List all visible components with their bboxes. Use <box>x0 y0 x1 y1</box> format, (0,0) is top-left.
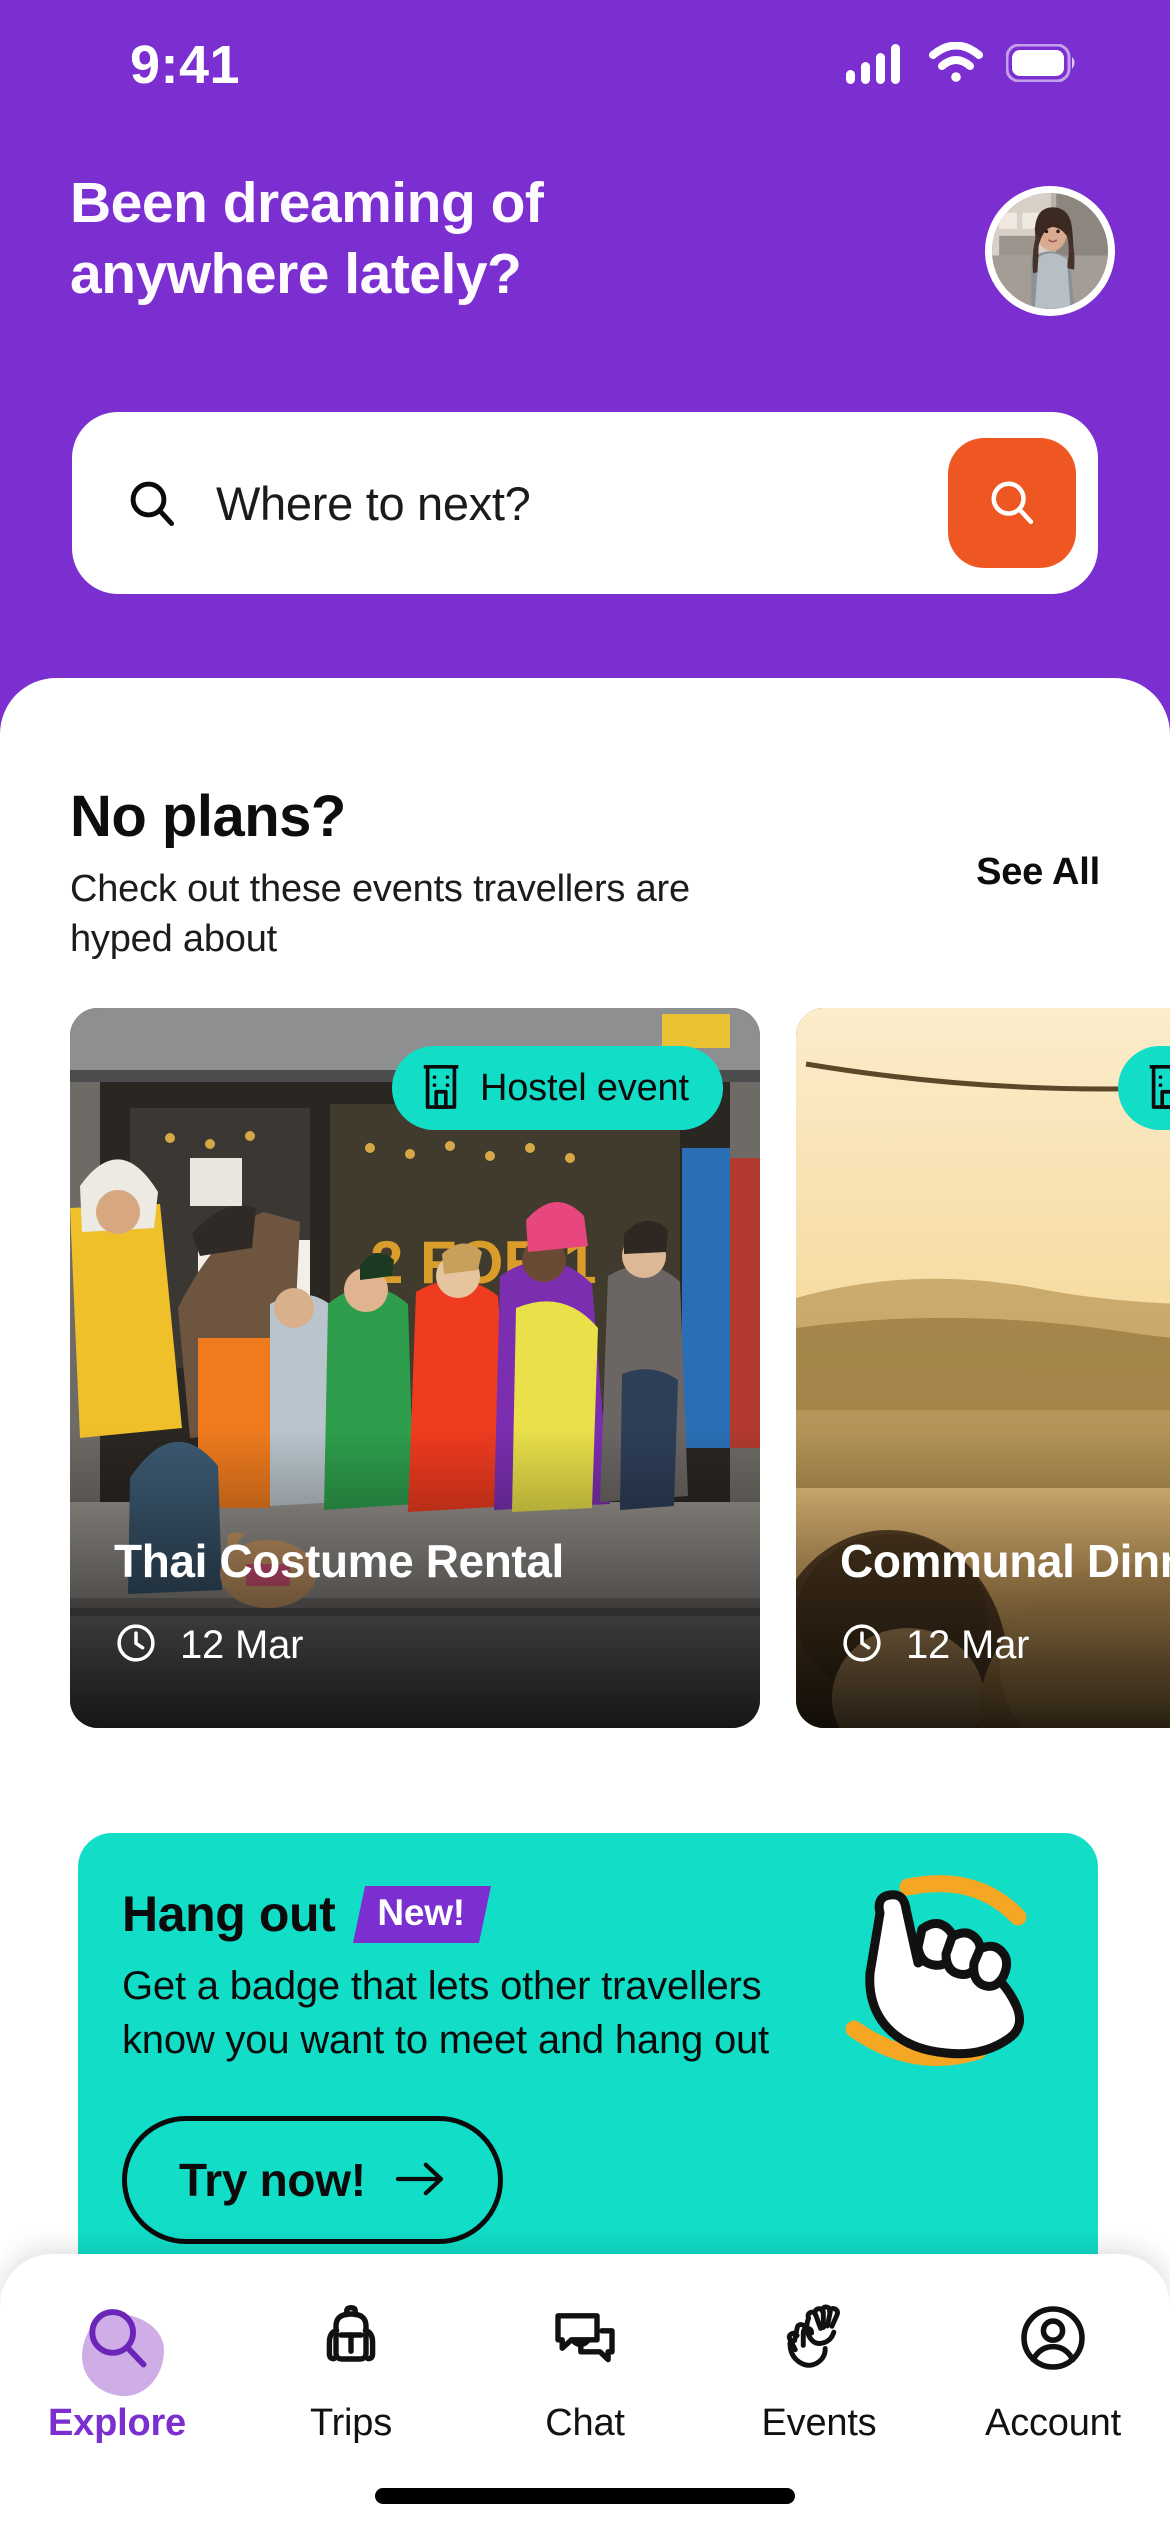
events-section-header: No plans? Check out these events travell… <box>70 783 1100 964</box>
event-card[interactable]: 2 FOR 1 Hostel event Thai Costume Rental… <box>70 1008 760 1728</box>
status-time: 9:41 <box>130 35 241 95</box>
try-now-label: Try now! <box>179 2154 366 2206</box>
events-section-text: No plans? Check out these events travell… <box>70 783 770 964</box>
see-all-link[interactable]: See All <box>976 851 1100 894</box>
status-bar: 9:41 <box>0 0 1170 130</box>
chat-bubbles-icon <box>549 2292 621 2384</box>
avatar[interactable] <box>985 186 1115 316</box>
nav-label-events: Events <box>761 2402 877 2444</box>
card-badge: Hostel event <box>392 1046 723 1130</box>
card-date: 12 Mar <box>114 1621 303 1670</box>
hangout-title-row: Hang out New! <box>122 1885 492 1943</box>
card-date: 12 Mar <box>840 1621 1029 1670</box>
section-title: No plans? <box>70 784 346 849</box>
nav-label-explore: Explore <box>48 2402 186 2444</box>
cellular-signal-icon <box>846 42 906 89</box>
card-date-text: 12 Mar <box>906 1623 1030 1667</box>
battery-full-icon <box>1005 43 1078 87</box>
card-title: Communal Dinner <box>840 1535 1170 1587</box>
status-icons <box>846 41 1078 89</box>
events-carousel[interactable]: 2 FOR 1 Hostel event Thai Costume Rental… <box>70 1008 1170 1728</box>
nav-label-account: Account <box>985 2402 1121 2444</box>
card-date-text: 12 Mar <box>180 1623 304 1667</box>
avatar-image <box>992 193 1108 309</box>
search-input[interactable] <box>180 475 948 531</box>
arrow-right-icon <box>395 2161 446 2200</box>
search-icon <box>985 475 1039 532</box>
new-badge: New! <box>353 1885 492 1943</box>
new-badge-label: New! <box>377 1891 466 1933</box>
wifi-icon <box>928 41 984 89</box>
card-title: Thai Costume Rental <box>114 1535 564 1587</box>
hangout-description: Get a badge that lets other travellers k… <box>122 1964 769 2062</box>
nav-item-events[interactable]: Events <box>719 2292 919 2445</box>
nav-item-chat[interactable]: Chat <box>485 2292 685 2445</box>
clock-icon <box>114 1621 158 1670</box>
nav-label-trips: Trips <box>309 2402 393 2444</box>
section-subtitle: Check out these events travellers are hy… <box>70 868 690 961</box>
hostel-building-icon <box>1144 1061 1170 1116</box>
try-now-button[interactable]: Try now! <box>122 2116 503 2244</box>
nav-item-trips[interactable]: Trips <box>251 2292 451 2445</box>
person-circle-icon <box>1016 2292 1090 2384</box>
nav-item-account[interactable]: Account <box>953 2292 1153 2445</box>
nav-item-explore[interactable]: Explore <box>17 2292 217 2445</box>
search-icon <box>124 475 180 531</box>
clock-icon <box>840 1621 884 1670</box>
search-bar[interactable] <box>72 412 1098 594</box>
backpack-icon <box>315 2292 387 2384</box>
shaka-hand-icon <box>838 1861 1068 2071</box>
hangout-title: Hang out <box>122 1886 336 1942</box>
search-button[interactable] <box>948 438 1076 568</box>
nav-label-chat: Chat <box>545 2402 625 2444</box>
card-badge-label: Hostel event <box>480 1066 689 1109</box>
search-icon <box>80 2292 164 2396</box>
page-title: Been dreaming of anywhere lately? <box>70 171 544 307</box>
event-card[interactable]: Hostel event Communal Dinner 12 Mar <box>796 1008 1170 1728</box>
hostel-building-icon <box>418 1061 464 1116</box>
waving-hands-icon <box>782 2292 856 2384</box>
home-indicator <box>375 2488 795 2504</box>
header-row: Been dreaming of anywhere lately? <box>70 168 1115 316</box>
app-screen: Been dreaming of anywhere lately? Where … <box>0 0 1170 2532</box>
